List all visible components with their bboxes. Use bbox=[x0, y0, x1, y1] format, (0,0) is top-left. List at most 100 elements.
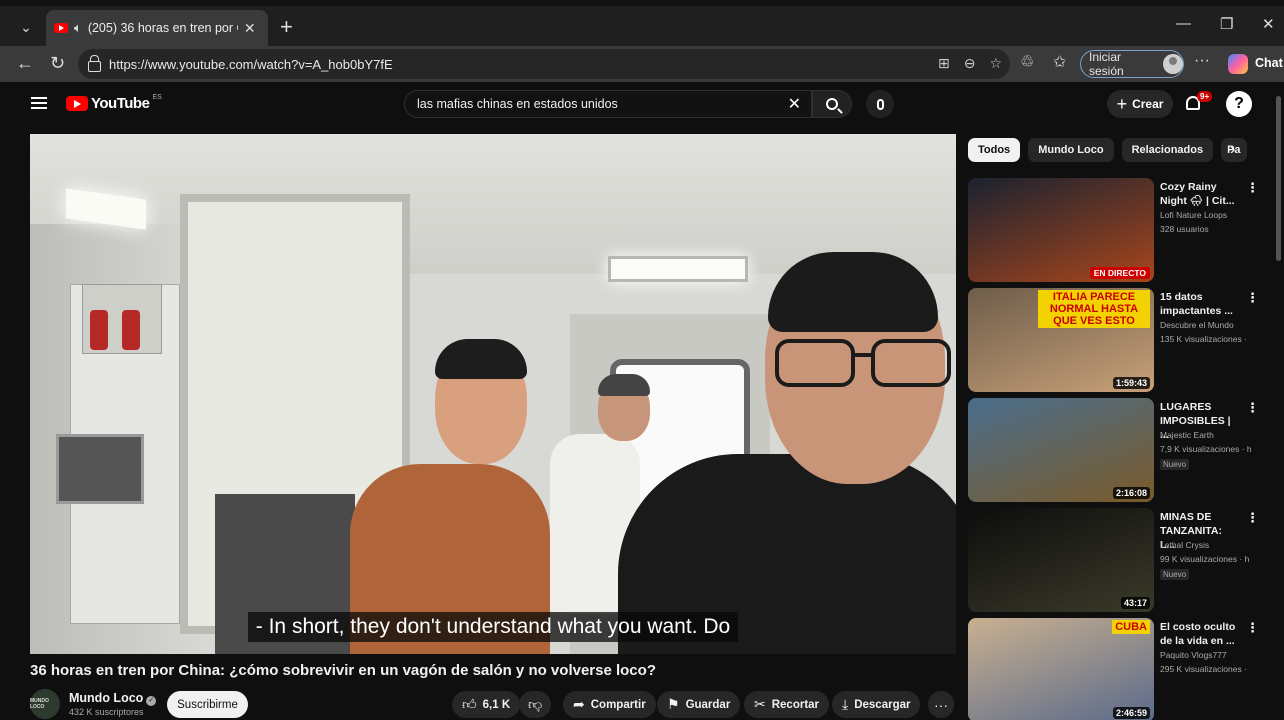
close-tab-icon[interactable]: ✕ bbox=[244, 20, 256, 37]
clip-button[interactable]: ✂ Recortar bbox=[744, 691, 830, 718]
tab-title: (205) 36 horas en tren por China bbox=[87, 21, 238, 35]
search-button[interactable] bbox=[812, 90, 852, 118]
create-button[interactable]: + Crear bbox=[1107, 90, 1173, 118]
chip-all[interactable]: Todos bbox=[968, 138, 1021, 162]
recommendation-title[interactable]: 15 datos impactantes ... bbox=[1160, 290, 1236, 318]
video-thumbnail[interactable]: 43:17 bbox=[968, 508, 1154, 612]
app-available-icon[interactable]: ⊞ bbox=[938, 55, 950, 72]
plus-icon: + bbox=[1116, 94, 1128, 114]
more-horizontal-icon: ··· bbox=[934, 696, 948, 713]
fire-extinguisher bbox=[122, 310, 140, 350]
new-tab-icon[interactable]: + bbox=[280, 14, 293, 40]
video-thumbnail[interactable]: EN DIRECTO bbox=[968, 178, 1154, 282]
duration-badge: 2:16:08 bbox=[1112, 487, 1150, 499]
lock-icon bbox=[88, 54, 101, 72]
thumbs-down-icon: 👎︎ bbox=[528, 696, 543, 712]
fire-extinguisher bbox=[90, 310, 108, 350]
minimize-icon[interactable]: — bbox=[1176, 15, 1191, 32]
new-badge: Nuevo bbox=[1160, 459, 1190, 470]
more-actions-button[interactable]: ··· bbox=[928, 691, 954, 718]
recommendation-channel[interactable]: Paquito Vlogs777 bbox=[1160, 650, 1227, 660]
recommendation-channel[interactable]: Lethal Crysis bbox=[1160, 540, 1209, 550]
recommendation-views: 295 K visualizaciones · bbox=[1160, 664, 1247, 674]
share-button[interactable]: ➦ Compartir bbox=[563, 691, 656, 718]
search-query: las mafias chinas en estados unidos bbox=[417, 97, 618, 111]
speaker-icon[interactable]: 🔈︎ bbox=[74, 20, 82, 36]
video-thumbnail[interactable]: ITALIA PARECE NORMAL HASTA QUE VES ESTO 1… bbox=[968, 288, 1154, 392]
youtube-favicon-icon bbox=[54, 23, 68, 33]
share-label: Compartir bbox=[590, 698, 646, 711]
verified-check-icon: ✓ bbox=[146, 696, 157, 706]
recommendation-channel[interactable]: Majestic Earth bbox=[1160, 430, 1214, 440]
extensions-icon[interactable]: ♲ bbox=[1020, 52, 1034, 72]
user-avatar[interactable]: ? bbox=[1226, 91, 1252, 117]
save-label: Guardar bbox=[685, 698, 731, 711]
profile-avatar-icon bbox=[1163, 54, 1183, 74]
duration-badge: 43:17 bbox=[1120, 597, 1150, 609]
download-button[interactable]: ⤓ Descargar bbox=[832, 691, 921, 718]
recommendation-title[interactable]: Cozy Rainy Night 🌧 | Cit... bbox=[1160, 180, 1236, 208]
save-button[interactable]: ⚑ Guardar bbox=[657, 691, 741, 718]
video-subtitle: - In short, they don't understand what y… bbox=[30, 612, 956, 642]
youtube-logo[interactable]: YouTube ES bbox=[66, 94, 162, 112]
more-vertical-icon[interactable]: ⋮ bbox=[1246, 510, 1259, 526]
dislike-button[interactable]: 👎︎ bbox=[519, 691, 552, 718]
recommendation-card[interactable]: 2:16:08 LUGARES IMPOSIBLES | ... Majestic … bbox=[968, 398, 1268, 502]
browser-tab[interactable]: 🔈︎ (205) 36 horas en tren por China ✕ bbox=[46, 10, 268, 46]
thumbnail-overlay-text: ITALIA PARECE NORMAL HASTA QUE VES ESTO bbox=[1038, 290, 1150, 328]
chip-related[interactable]: Relacionados bbox=[1121, 138, 1214, 162]
restore-icon[interactable]: ❐ bbox=[1220, 15, 1233, 33]
recommendation-views: 7,9 K visualizaciones · h bbox=[1160, 444, 1252, 454]
chip-channel[interactable]: Mundo Loco bbox=[1028, 138, 1114, 162]
url-field[interactable]: https://www.youtube.com/watch?v=A_hob0bY… bbox=[78, 49, 1010, 79]
recommendation-card[interactable]: CUBA 2:46:59 El costo oculto de la vida en… bbox=[968, 618, 1268, 720]
thumbs-up-icon: 👍︎ bbox=[462, 696, 477, 712]
close-window-icon[interactable]: ✕ bbox=[1262, 15, 1275, 33]
clip-label: Recortar bbox=[771, 698, 820, 711]
chat-label[interactable]: Chat bbox=[1255, 56, 1283, 70]
menu-icon[interactable] bbox=[31, 97, 47, 109]
recommendation-title[interactable]: El costo oculto de la vida en ... bbox=[1160, 620, 1236, 648]
clear-search-icon[interactable]: ✕ bbox=[788, 94, 801, 114]
chevron-right-icon[interactable]: › bbox=[1230, 141, 1235, 159]
new-badge: Nuevo bbox=[1160, 569, 1190, 580]
refresh-icon[interactable]: ↻ bbox=[50, 53, 65, 74]
video-thumbnail[interactable]: CUBA 2:46:59 bbox=[968, 618, 1154, 720]
favorites-icon[interactable]: ✩ bbox=[1053, 52, 1066, 72]
recommendation-card[interactable]: EN DIRECTO Cozy Rainy Night 🌧 | Cit... Lof… bbox=[968, 178, 1268, 282]
channel-name[interactable]: Mundo Loco bbox=[69, 691, 143, 705]
create-label: Crear bbox=[1132, 97, 1164, 111]
recommendation-channel[interactable]: Lofi Nature Loops bbox=[1160, 210, 1227, 220]
signin-button[interactable]: Iniciar sesión bbox=[1080, 50, 1184, 78]
more-options-icon[interactable]: ··· bbox=[1194, 52, 1210, 70]
duration-badge: 2:46:59 bbox=[1112, 707, 1150, 719]
video-thumbnail[interactable]: 2:16:08 bbox=[968, 398, 1154, 502]
scrollbar[interactable] bbox=[1276, 96, 1281, 261]
like-button[interactable]: 👍︎ 6,1 K bbox=[452, 691, 521, 718]
more-vertical-icon[interactable]: ⋮ bbox=[1246, 400, 1259, 416]
recommendation-views: 328 usuarios bbox=[1160, 224, 1209, 234]
recommendation-card[interactable]: 43:17 MINAS DE TANZANITA: L... Lethal Crys… bbox=[968, 508, 1268, 612]
video-player[interactable]: - In short, they don't understand what y… bbox=[30, 134, 956, 654]
copilot-icon[interactable] bbox=[1228, 54, 1248, 74]
more-vertical-icon[interactable]: ⋮ bbox=[1246, 620, 1259, 636]
recommendation-card[interactable]: ITALIA PARECE NORMAL HASTA QUE VES ESTO 1… bbox=[968, 288, 1268, 392]
subtitle-text: - In short, they don't understand what y… bbox=[247, 612, 739, 642]
channel-name-row[interactable]: Mundo Loco ✓ bbox=[69, 691, 157, 706]
like-count: 6,1 K bbox=[482, 698, 511, 711]
favorite-star-icon[interactable]: ☆ bbox=[989, 55, 1002, 72]
search-input[interactable]: las mafias chinas en estados unidos ✕ bbox=[404, 90, 812, 118]
subscribe-button[interactable]: Suscribirme bbox=[167, 691, 248, 718]
channel-avatar[interactable]: MUNDO LOCO bbox=[30, 689, 60, 719]
voice-search-button[interactable] bbox=[866, 90, 894, 118]
tab-actions-menu-icon[interactable]: ⌄ bbox=[14, 15, 38, 39]
zoom-icon[interactable]: ⊖ bbox=[964, 55, 976, 72]
subscriber-count: 432 K suscriptores bbox=[69, 707, 144, 717]
more-vertical-icon[interactable]: ⋮ bbox=[1246, 180, 1259, 196]
back-icon[interactable]: ← bbox=[16, 53, 34, 74]
browser-tab-bar: ⌄ 🔈︎ (205) 36 horas en tren por China ✕ … bbox=[0, 0, 1284, 46]
microphone-icon bbox=[876, 98, 884, 110]
address-bar-row: ← ↻ https://www.youtube.com/watch?v=A_ho… bbox=[0, 46, 1284, 82]
recommendation-channel[interactable]: Descubre el Mundo bbox=[1160, 320, 1234, 330]
more-vertical-icon[interactable]: ⋮ bbox=[1246, 290, 1259, 306]
